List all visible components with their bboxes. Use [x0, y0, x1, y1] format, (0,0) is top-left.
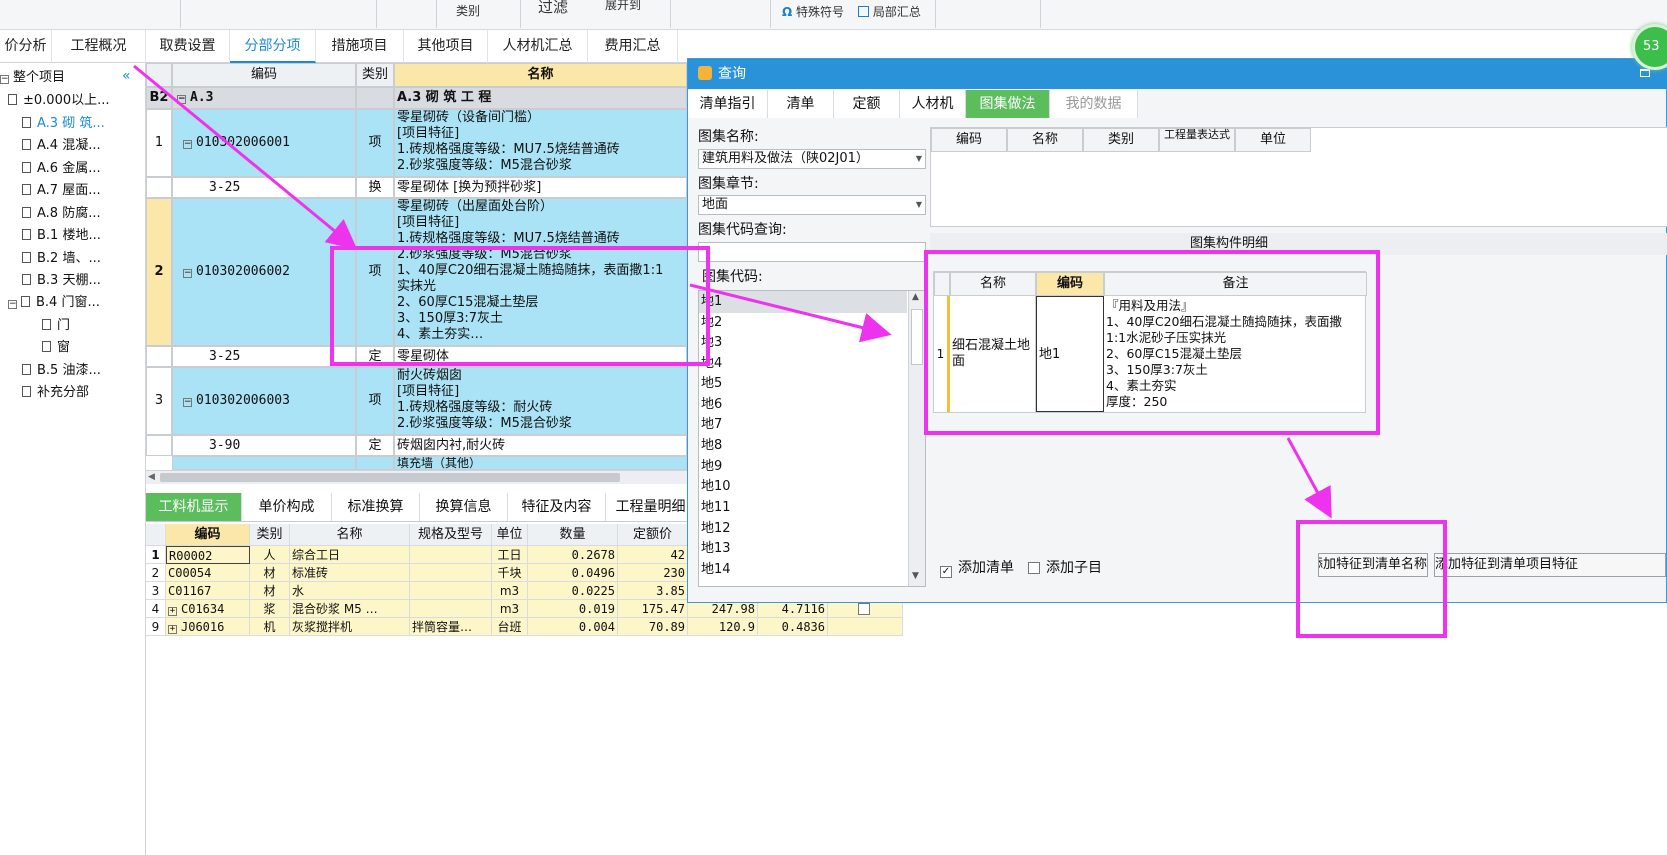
- arrow-to-list-item: [133, 64, 358, 250]
- arrow-to-button: [1286, 437, 1332, 519]
- annotation-arrows: [133, 64, 1332, 519]
- arrow-to-detail: [689, 283, 892, 343]
